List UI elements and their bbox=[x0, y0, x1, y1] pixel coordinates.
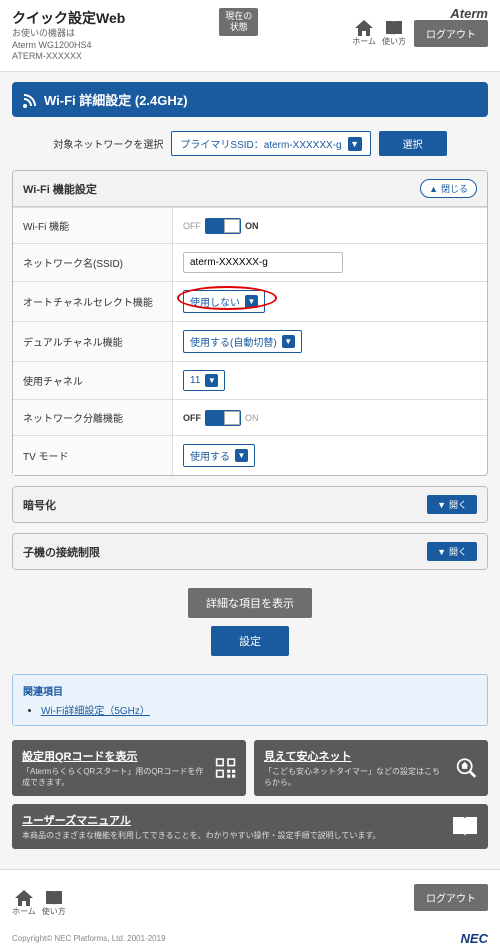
home-nav-footer[interactable]: ホーム bbox=[12, 890, 36, 917]
card-manual-title: ユーザーズマニュアル bbox=[22, 812, 381, 828]
tv-mode-value: 使用する bbox=[190, 448, 230, 463]
book-icon bbox=[452, 816, 478, 838]
device-model: Aterm WG1200HS4 bbox=[12, 40, 125, 52]
auto-channel-value: 使用しない bbox=[190, 294, 240, 309]
network-select[interactable]: プライマリSSID：aterm-XXXXXX-g ▼ bbox=[171, 131, 370, 156]
expand-label: 開く bbox=[449, 545, 467, 558]
client-restrict-title: 子機の接続制限 bbox=[23, 544, 100, 560]
row-channel: 使用チャネル 11 ▼ bbox=[13, 361, 487, 399]
off-label: OFF bbox=[183, 221, 201, 231]
panel-title: Wi-Fi 機能設定 bbox=[23, 181, 97, 197]
encryption-panel: 暗号化 ▼開く bbox=[12, 486, 488, 523]
wifi-settings-panel: Wi-Fi 機能設定 ▲閉じる Wi-Fi 機能 OFF ON ネットワーク名(… bbox=[12, 170, 488, 476]
related-box: 関連項目 Wi-Fi詳細設定（5GHz） bbox=[12, 674, 488, 726]
header: クイック設定Web お使いの機器は Aterm WG1200HS4 ATERM-… bbox=[0, 0, 500, 72]
wifi-function-label: Wi-Fi 機能 bbox=[13, 208, 173, 243]
off-label: OFF bbox=[183, 413, 201, 423]
qr-icon bbox=[215, 755, 236, 781]
chevron-down-icon: ▼ bbox=[205, 374, 218, 387]
home-label: ホーム bbox=[12, 907, 36, 916]
copyright-text: Copyright© NEC Platforms, Ltd. 2001-2019 bbox=[12, 934, 166, 943]
card-safe-title: 見えて安心ネット bbox=[264, 748, 447, 764]
row-wifi-function: Wi-Fi 機能 OFF ON bbox=[13, 207, 487, 243]
chevron-down-icon: ▼ bbox=[348, 137, 362, 151]
card-safenet[interactable]: 見えて安心ネット 「こども安心ネットタイマー」などの設定はこちらから。 bbox=[254, 740, 488, 796]
app-title: クイック設定Web bbox=[12, 8, 125, 28]
page-title-bar: Wi-Fi 詳細設定 (2.4GHz) bbox=[12, 82, 488, 117]
row-auto-channel: オートチャネルセレクト機能 使用しない ▼ bbox=[13, 281, 487, 321]
device-label: お使いの機器は bbox=[12, 28, 125, 40]
row-tv-mode: TV モード 使用する ▼ bbox=[13, 435, 487, 475]
channel-label: 使用チャネル bbox=[13, 362, 173, 399]
nec-logo: NEC bbox=[461, 931, 488, 946]
on-label: ON bbox=[245, 221, 259, 231]
card-safe-desc: 「こども安心ネットタイマー」などの設定はこちらから。 bbox=[264, 766, 447, 788]
home-icon bbox=[355, 20, 373, 36]
row-dual-channel: デュアルチャネル機能 使用する(自動切替) ▼ bbox=[13, 321, 487, 361]
home-label: ホーム bbox=[352, 37, 376, 46]
ssid-input[interactable] bbox=[183, 252, 343, 273]
separation-label: ネットワーク分離機能 bbox=[13, 400, 173, 435]
encryption-title: 暗号化 bbox=[23, 497, 56, 513]
expand-button[interactable]: ▼開く bbox=[427, 495, 477, 514]
network-select-value: プライマリSSID：aterm-XXXXXX-g bbox=[180, 136, 341, 151]
chevron-down-icon: ▼ bbox=[282, 335, 295, 348]
client-restrict-panel: 子機の接続制限 ▼開く bbox=[12, 533, 488, 570]
auto-channel-select[interactable]: 使用しない ▼ bbox=[183, 290, 265, 313]
chevron-down-icon: ▼ bbox=[235, 449, 248, 462]
collapse-label: 閉じる bbox=[441, 182, 468, 195]
home-nav[interactable]: ホーム bbox=[352, 20, 376, 47]
brand-logo: Aterm bbox=[450, 6, 488, 21]
logout-button[interactable]: ログアウト bbox=[414, 20, 488, 47]
card-qr-desc: 「AtermらくらくQRスタート」用のQRコードを作成できます。 bbox=[22, 766, 207, 788]
book-icon bbox=[45, 890, 63, 906]
usage-label: 使い方 bbox=[382, 37, 406, 46]
row-ssid: ネットワーク名(SSID) bbox=[13, 243, 487, 281]
wifi-toggle[interactable]: OFF ON bbox=[183, 218, 259, 234]
logout-button-footer[interactable]: ログアウト bbox=[414, 884, 488, 911]
network-selector-row: 対象ネットワークを選択 プライマリSSID：aterm-XXXXXX-g ▼ 選… bbox=[12, 131, 488, 156]
usage-label: 使い方 bbox=[42, 907, 66, 916]
apply-button[interactable]: 設定 bbox=[211, 626, 289, 656]
footer: ホーム 使い方 ログアウト bbox=[0, 869, 500, 925]
auto-channel-label: オートチャネルセレクト機能 bbox=[13, 282, 173, 321]
on-label: ON bbox=[245, 413, 259, 423]
wifi-icon bbox=[22, 92, 38, 108]
tv-mode-select[interactable]: 使用する ▼ bbox=[183, 444, 255, 467]
detail-button[interactable]: 詳細な項目を表示 bbox=[188, 588, 312, 618]
magnifier-home-icon bbox=[455, 755, 478, 781]
ssid-label: ネットワーク名(SSID) bbox=[13, 244, 173, 281]
card-qr[interactable]: 設定用QRコードを表示 「AtermらくらくQRスタート」用のQRコードを作成で… bbox=[12, 740, 246, 796]
device-id: ATERM-XXXXXX bbox=[12, 51, 125, 63]
selector-label: 対象ネットワークを選択 bbox=[53, 136, 163, 151]
dual-channel-select[interactable]: 使用する(自動切替) ▼ bbox=[183, 330, 302, 353]
channel-select[interactable]: 11 ▼ bbox=[183, 370, 225, 391]
select-button[interactable]: 選択 bbox=[379, 131, 447, 156]
related-link-5ghz[interactable]: Wi-Fi詳細設定（5GHz） bbox=[41, 706, 150, 717]
usage-nav[interactable]: 使い方 bbox=[382, 20, 406, 47]
book-icon bbox=[385, 20, 403, 36]
card-manual-desc: 本商品のさまざまな機能を利用してできることを、わかりやすい操作・設定手順で説明し… bbox=[22, 830, 381, 841]
separation-toggle[interactable]: OFF ON bbox=[183, 410, 259, 426]
status-badge[interactable]: 現在の 状態 bbox=[219, 8, 258, 36]
home-icon bbox=[15, 890, 33, 906]
row-separation: ネットワーク分離機能 OFF ON bbox=[13, 399, 487, 435]
card-manual[interactable]: ユーザーズマニュアル 本商品のさまざまな機能を利用してできることを、わかりやすい… bbox=[12, 804, 488, 849]
expand-button[interactable]: ▼開く bbox=[427, 542, 477, 561]
expand-label: 開く bbox=[449, 498, 467, 511]
dual-channel-label: デュアルチャネル機能 bbox=[13, 322, 173, 361]
usage-nav-footer[interactable]: 使い方 bbox=[42, 890, 66, 917]
related-title: 関連項目 bbox=[23, 683, 477, 698]
page-title: Wi-Fi 詳細設定 (2.4GHz) bbox=[44, 90, 188, 109]
dual-channel-value: 使用する(自動切替) bbox=[190, 334, 277, 349]
card-qr-title: 設定用QRコードを表示 bbox=[22, 748, 207, 764]
channel-value: 11 bbox=[190, 375, 200, 386]
chevron-down-icon: ▼ bbox=[245, 295, 258, 308]
tv-mode-label: TV モード bbox=[13, 436, 173, 475]
collapse-button[interactable]: ▲閉じる bbox=[420, 179, 477, 198]
